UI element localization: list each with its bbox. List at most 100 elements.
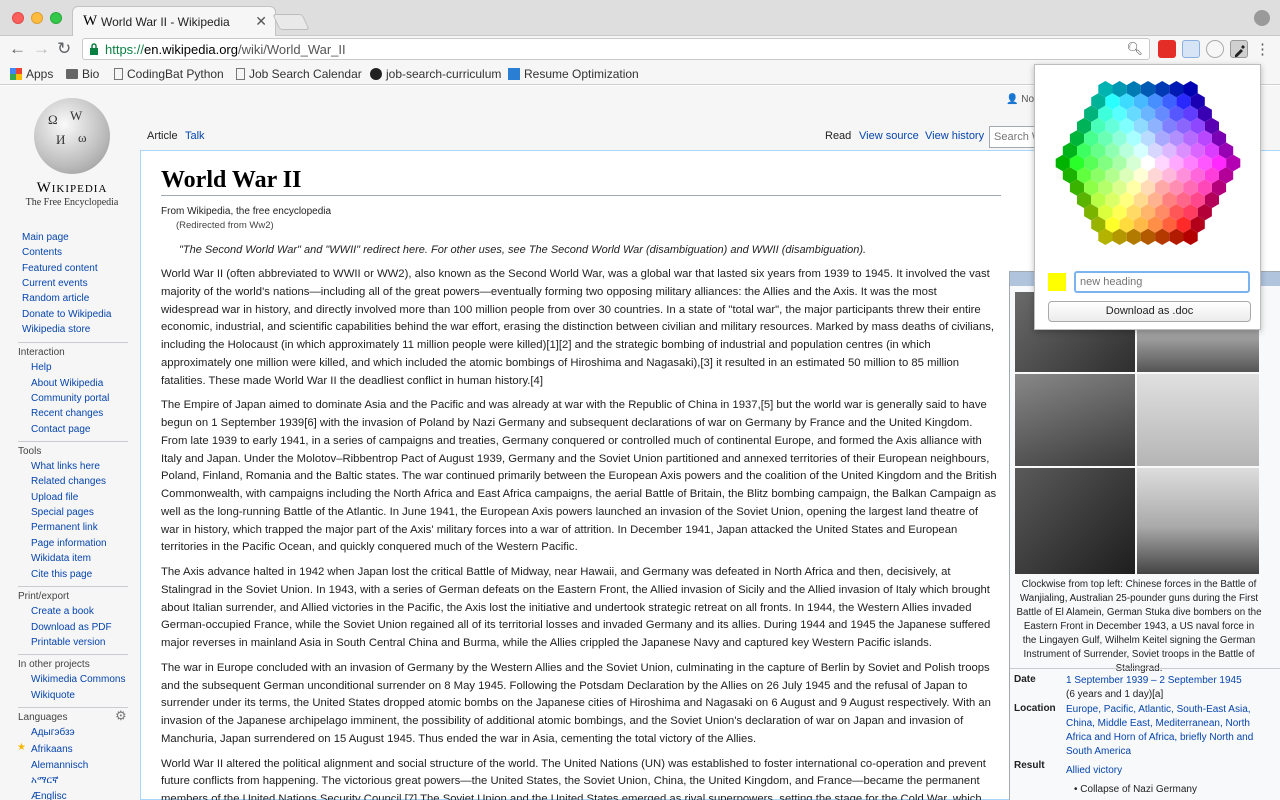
maximize-window-button[interactable] bbox=[50, 12, 62, 24]
hatnote: "The Second World War" and "WWII" redire… bbox=[179, 244, 867, 256]
hexagon-color-wheel[interactable] bbox=[1035, 71, 1262, 271]
photo-naval-force bbox=[1137, 468, 1259, 574]
tab-talk[interactable]: Talk bbox=[185, 130, 205, 142]
bookmark-codingbat[interactable]: CodingBat Python bbox=[114, 67, 224, 81]
extension-icon[interactable] bbox=[1182, 40, 1200, 58]
language-settings-gear-icon[interactable]: ⚙ bbox=[115, 708, 127, 724]
sidebar-item-contents[interactable]: Contents bbox=[22, 247, 62, 258]
sidebar-item-help[interactable]: Help bbox=[31, 362, 52, 373]
sidebar-item-store[interactable]: Wikipedia store bbox=[22, 324, 90, 335]
tab-title: World War II - Wikipedia bbox=[101, 15, 230, 29]
page-icon bbox=[236, 68, 245, 80]
address-bar[interactable]: https://en.wikipedia.org/wiki/World_War_… bbox=[82, 38, 1173, 60]
tab-read[interactable]: Read bbox=[825, 130, 851, 142]
youtube-extension-icon[interactable] bbox=[1158, 40, 1176, 58]
sidebar-header-projects: In other projects bbox=[18, 659, 90, 670]
color-picker-popup: Download as .doc bbox=[1034, 64, 1261, 330]
sidebar-item-special-pages[interactable]: Special pages bbox=[31, 507, 94, 518]
zoom-icon[interactable]: 🔍︎ bbox=[1126, 41, 1143, 57]
sidebar-item-contact[interactable]: Contact page bbox=[31, 424, 91, 435]
circle-extension-icon[interactable] bbox=[1206, 40, 1224, 58]
new-tab-button[interactable] bbox=[272, 14, 310, 30]
sidebar-item-recent-changes[interactable]: Recent changes bbox=[31, 408, 103, 419]
sidebar-item-community[interactable]: Community portal bbox=[31, 393, 109, 404]
sidebar-item-what-links-here[interactable]: What links here bbox=[31, 461, 100, 472]
bookmark-apps[interactable]: Apps bbox=[10, 67, 53, 81]
lock-icon bbox=[90, 43, 98, 55]
heading-input[interactable] bbox=[1074, 271, 1250, 293]
sidebar-item-commons[interactable]: Wikimedia Commons bbox=[31, 674, 125, 685]
browser-tab-active[interactable]: W World War II - Wikipedia ✕ bbox=[72, 6, 276, 37]
infobox-location-value[interactable]: Europe, Pacific, Atlantic, South-East As… bbox=[1066, 703, 1254, 759]
redirect-note: (Redirected from Ww2) bbox=[176, 220, 274, 231]
sidebar-item-create-book[interactable]: Create a book bbox=[31, 606, 94, 617]
paragraph: The Empire of Japan aimed to dominate As… bbox=[161, 399, 997, 554]
download-doc-button[interactable]: Download as .doc bbox=[1048, 301, 1251, 322]
color-picker-extension-icon[interactable] bbox=[1230, 40, 1248, 58]
browser-toolbar: ← → ↻ https://en.wikipedia.org/wiki/Worl… bbox=[0, 36, 1280, 63]
featured-star-icon: ★ bbox=[17, 742, 26, 753]
sidebar-item-upload[interactable]: Upload file bbox=[31, 492, 78, 503]
infobox-result-value[interactable]: Allied victory bbox=[1066, 764, 1254, 778]
selected-color-swatch bbox=[1048, 273, 1066, 291]
sidebar-item-cite[interactable]: Cite this page bbox=[31, 569, 92, 580]
sidebar-divider bbox=[18, 586, 128, 587]
sidebar-language-item[interactable]: Адыгэбзэ bbox=[31, 727, 75, 738]
tab-article[interactable]: Article bbox=[147, 130, 178, 142]
sidebar-item-download-pdf[interactable]: Download as PDF bbox=[31, 622, 112, 633]
sidebar-item-current-events[interactable]: Current events bbox=[22, 278, 88, 289]
sidebar-divider bbox=[18, 707, 128, 708]
sidebar-item-printable[interactable]: Printable version bbox=[31, 637, 105, 648]
logo-wordmark: Wikipedia bbox=[36, 180, 108, 196]
bookmark-bio[interactable]: Bio bbox=[66, 67, 99, 81]
close-window-button[interactable] bbox=[12, 12, 24, 24]
sidebar-language-item[interactable]: Afrikaans bbox=[31, 744, 73, 755]
bookmark-job-search-curriculum[interactable]: job-search-curriculum bbox=[370, 67, 501, 81]
bookmark-job-search-calendar[interactable]: Job Search Calendar bbox=[236, 67, 362, 81]
forward-arrow-icon[interactable]: → bbox=[33, 39, 50, 59]
photo-stuka-bombers bbox=[1137, 374, 1259, 466]
wikipedia-favicon-icon: W bbox=[83, 13, 98, 29]
logo-tagline: The Free Encyclopedia bbox=[25, 197, 119, 208]
sidebar-item-permanent-link[interactable]: Permanent link bbox=[31, 522, 98, 533]
sidebar-item-main-page[interactable]: Main page bbox=[22, 232, 69, 243]
minimize-window-button[interactable] bbox=[31, 12, 43, 24]
paragraph: World War II (often abbreviated to WWII … bbox=[161, 268, 995, 387]
folder-icon bbox=[66, 69, 78, 79]
sidebar-divider bbox=[18, 654, 128, 655]
sidebar-item-donate[interactable]: Donate to Wikipedia bbox=[22, 309, 112, 320]
sidebar-divider bbox=[18, 441, 128, 442]
infobox-photo-montage bbox=[1015, 292, 1259, 574]
sidebar-item-page-info[interactable]: Page information bbox=[31, 538, 107, 549]
infobox-caption: Clockwise from top left: Chinese forces … bbox=[1016, 579, 1262, 674]
sidebar-item-featured[interactable]: Featured content bbox=[22, 263, 98, 274]
tab-view-source[interactable]: View source bbox=[859, 130, 919, 142]
chrome-menu-icon[interactable]: ⋮ bbox=[1255, 40, 1270, 58]
article-body: World War II (often abbreviated to WWII … bbox=[161, 266, 997, 800]
photo-keitel-signing bbox=[1015, 468, 1135, 574]
browser-titlebar: W World War II - Wikipedia ✕ bbox=[0, 0, 1280, 37]
sidebar-item-wikidata[interactable]: Wikidata item bbox=[31, 553, 91, 564]
sidebar-language-item[interactable]: Ænglisc bbox=[31, 791, 67, 800]
tab-view-history[interactable]: View history bbox=[925, 130, 984, 142]
infobox-date-value[interactable]: 1 September 1939 – 2 September 1945 bbox=[1066, 674, 1254, 688]
page-icon bbox=[114, 68, 123, 80]
puzzle-globe-icon: ΩW Иω bbox=[34, 98, 110, 174]
close-tab-icon[interactable]: ✕ bbox=[255, 13, 267, 30]
sidebar-header-interaction: Interaction bbox=[18, 347, 65, 358]
personal-tools[interactable]: 👤 Not bbox=[1006, 94, 1037, 105]
sidebar-item-random[interactable]: Random article bbox=[22, 293, 89, 304]
reload-icon[interactable]: ↻ bbox=[57, 39, 71, 59]
sidebar-item-related-changes[interactable]: Related changes bbox=[31, 476, 106, 487]
sidebar-item-wikiquote[interactable]: Wikiquote bbox=[31, 690, 75, 701]
bookmark-resume-optimization[interactable]: Resume Optimization bbox=[508, 67, 639, 81]
wikipedia-logo[interactable]: ΩW Иω Wikipedia The Free Encyclopedia bbox=[22, 98, 122, 208]
infobox-location-label: Location bbox=[1014, 703, 1056, 714]
back-arrow-icon[interactable]: ← bbox=[9, 39, 26, 59]
profile-icon[interactable] bbox=[1254, 10, 1270, 26]
page-title: World War II bbox=[161, 167, 302, 193]
sidebar-divider bbox=[18, 342, 128, 343]
sidebar-language-item[interactable]: አማርኛ bbox=[31, 775, 58, 786]
sidebar-language-item[interactable]: Alemannisch bbox=[31, 760, 88, 771]
sidebar-item-about[interactable]: About Wikipedia bbox=[31, 378, 103, 389]
